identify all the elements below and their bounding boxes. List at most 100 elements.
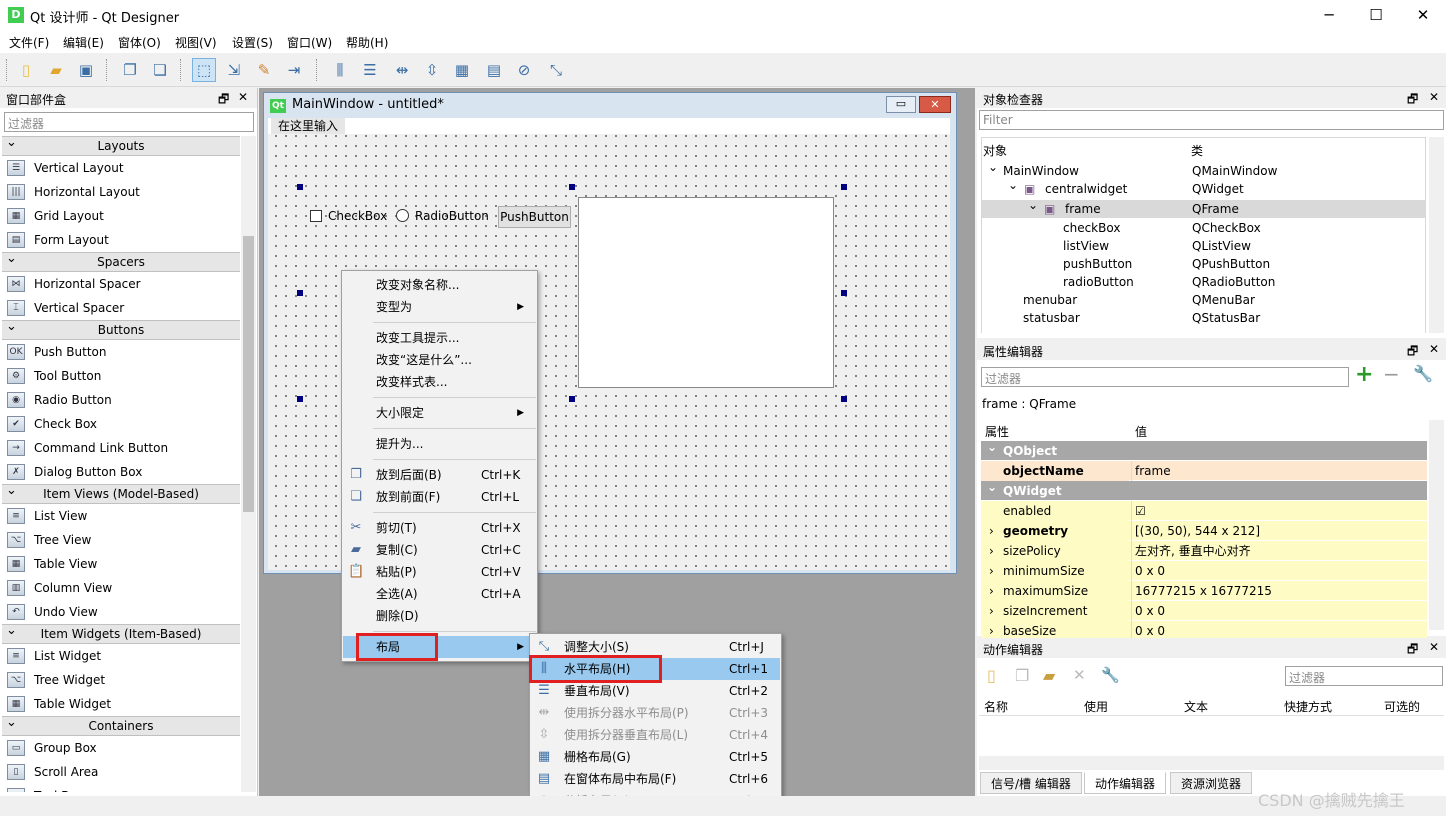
minimize-icon[interactable]: ▭ bbox=[886, 96, 916, 113]
context-menu-item[interactable]: ❐ 放到后面(B) Ctrl+K bbox=[343, 464, 536, 486]
menu-edit[interactable]: 编辑(E) bbox=[63, 34, 104, 51]
object-tree-row[interactable]: ⌄ ▣ centralwidget QWidget bbox=[982, 178, 1426, 198]
context-menu-item[interactable]: ❏ 放到前面(F) Ctrl+L bbox=[343, 486, 536, 508]
property-value[interactable]: 16777215 x 16777215 bbox=[1131, 581, 1427, 601]
widget-item[interactable]: → Command Link Button bbox=[2, 436, 240, 460]
widget-category[interactable]: Containers bbox=[2, 714, 240, 736]
property-value[interactable]: [(30, 50), 544 x 212] bbox=[1131, 521, 1427, 541]
scrollbar[interactable] bbox=[1429, 420, 1444, 630]
float-icon[interactable]: 🗗 bbox=[1407, 90, 1418, 111]
checkbox-widget[interactable] bbox=[310, 210, 322, 222]
context-menu-item[interactable]: ✂ 剪切(T) Ctrl+X bbox=[343, 517, 536, 539]
resize-handle[interactable] bbox=[841, 184, 847, 190]
widget-item[interactable]: ≡ List View bbox=[2, 504, 240, 528]
tab-resource-browser[interactable]: 资源浏览器 bbox=[1170, 772, 1253, 794]
widget-item[interactable]: ☰ Vertical Layout bbox=[2, 156, 240, 180]
object-tree-row[interactable]: pushButton QPushButton bbox=[982, 255, 1426, 273]
delete-action-icon[interactable]: ✕ bbox=[1073, 666, 1086, 684]
menu-form[interactable]: 窗体(O) bbox=[118, 34, 161, 51]
widget-item[interactable]: ✔ Check Box bbox=[2, 412, 240, 436]
push-button-widget[interactable]: PushButton bbox=[498, 206, 571, 228]
type-here-menu[interactable]: 在这里输入 bbox=[271, 118, 345, 134]
edit-tab-order-icon[interactable]: ⇥ bbox=[282, 58, 306, 82]
chevron-right-icon[interactable]: › bbox=[989, 601, 994, 621]
widget-item[interactable]: ✗ Dialog Button Box bbox=[2, 460, 240, 484]
widget-category[interactable]: Layouts bbox=[2, 136, 240, 156]
maximize-icon[interactable]: ☐ bbox=[1353, 0, 1399, 31]
chevron-down-icon[interactable]: ⌄ bbox=[987, 477, 997, 497]
scrollbar[interactable] bbox=[979, 756, 1444, 770]
property-row[interactable]: sizeIncrement › 0 x 0 bbox=[981, 601, 1427, 621]
close-icon[interactable]: ✕ bbox=[1429, 640, 1439, 654]
menu-help[interactable]: 帮助(H) bbox=[346, 34, 388, 51]
scrollbar-thumb[interactable] bbox=[243, 236, 254, 512]
context-menu-item[interactable]: 变型为 ▶ bbox=[343, 296, 536, 318]
property-row[interactable]: geometry › [(30, 50), 544 x 212] bbox=[981, 521, 1427, 541]
widget-item[interactable]: ▭ Group Box bbox=[2, 736, 240, 760]
float-icon[interactable]: 🗗 bbox=[1407, 342, 1418, 363]
tab-signal-slot-editor[interactable]: 信号/槽 编辑器 bbox=[980, 772, 1082, 794]
edit-signals-icon[interactable]: ⇲ bbox=[222, 58, 246, 82]
tab-action-editor[interactable]: 动作编辑器 bbox=[1084, 772, 1167, 794]
widget-item[interactable]: ▬ Tool Box bbox=[2, 784, 240, 792]
widget-category[interactable]: Item Views (Model-Based) bbox=[2, 482, 240, 504]
property-row[interactable]: QWidget ⌄ bbox=[981, 480, 1427, 501]
adjust-size-icon[interactable]: ⤡ bbox=[544, 58, 568, 82]
context-menu-item[interactable]: 改变对象名称... bbox=[343, 274, 536, 296]
menu-window[interactable]: 窗口(W) bbox=[287, 34, 332, 51]
widget-item[interactable]: ▥ Column View bbox=[2, 576, 240, 600]
form-layout-icon[interactable]: ▤ bbox=[482, 58, 506, 82]
configure-icon[interactable]: 🔧 bbox=[1101, 666, 1120, 684]
edit-buddies-icon[interactable]: ✎ bbox=[252, 58, 276, 82]
resize-handle[interactable] bbox=[569, 396, 575, 402]
widget-item[interactable]: ⌥ Tree View bbox=[2, 528, 240, 552]
new-action-icon[interactable]: ▯ bbox=[987, 666, 996, 685]
list-view-widget[interactable] bbox=[578, 197, 834, 388]
object-tree-row[interactable]: menubar QMenuBar bbox=[982, 291, 1426, 309]
chevron-down-icon[interactable]: ⌄ bbox=[1028, 196, 1038, 214]
add-property-icon[interactable]: + bbox=[1355, 362, 1373, 387]
chevron-down-icon[interactable]: ⌄ bbox=[1008, 176, 1018, 194]
copy-action-icon[interactable]: ❐ bbox=[1015, 666, 1029, 685]
close-icon[interactable]: ✕ bbox=[919, 96, 951, 113]
scrollbar[interactable] bbox=[1429, 137, 1444, 333]
context-menu-item[interactable]: 删除(D) bbox=[343, 605, 536, 627]
close-icon[interactable]: ✕ bbox=[1429, 90, 1439, 104]
action-filter-input[interactable]: 过滤器 bbox=[1285, 666, 1443, 686]
property-row[interactable]: minimumSize › 0 x 0 bbox=[981, 561, 1427, 581]
widget-item[interactable]: ≡ List Widget bbox=[2, 644, 240, 668]
chevron-right-icon[interactable]: › bbox=[989, 561, 994, 581]
object-tree-row[interactable]: ⌄ MainWindow QMainWindow bbox=[982, 160, 1426, 180]
splitter-vertical-icon[interactable]: ⇳ bbox=[420, 58, 444, 82]
widget-item[interactable]: ↶ Undo View bbox=[2, 600, 240, 624]
close-icon[interactable]: ✕ bbox=[1429, 342, 1439, 356]
context-menu-item[interactable]: ▰ 复制(C) Ctrl+C bbox=[343, 539, 536, 561]
context-menu-item[interactable]: 📋 粘贴(P) Ctrl+V bbox=[343, 561, 536, 583]
context-menu-item[interactable]: 改变“这是什么”... bbox=[343, 349, 536, 371]
context-menu-item[interactable]: 全选(A) Ctrl+A bbox=[343, 583, 536, 605]
menu-file[interactable]: 文件(F) bbox=[9, 34, 49, 51]
widget-filter-input[interactable]: 过滤器 bbox=[4, 112, 254, 132]
float-icon[interactable]: 🗗 bbox=[218, 90, 229, 111]
chevron-right-icon[interactable]: › bbox=[989, 521, 994, 541]
remove-property-icon[interactable]: − bbox=[1383, 362, 1400, 386]
widget-item[interactable]: ▦ Table View bbox=[2, 552, 240, 576]
close-icon[interactable]: ✕ bbox=[1400, 0, 1446, 31]
chevron-down-icon[interactable]: ⌄ bbox=[987, 437, 997, 457]
object-tree-row[interactable]: ⌄ ▣ frame QFrame bbox=[982, 198, 1426, 218]
chevron-right-icon[interactable]: › bbox=[989, 541, 994, 561]
resize-handle[interactable] bbox=[297, 290, 303, 296]
widget-category[interactable]: Buttons bbox=[2, 318, 240, 340]
widget-item[interactable]: ▤ Form Layout bbox=[2, 228, 240, 252]
property-row[interactable]: maximumSize › 16777215 x 16777215 bbox=[981, 581, 1427, 601]
configure-icon[interactable]: 🔧 bbox=[1413, 364, 1433, 383]
widget-item[interactable]: ▯ Scroll Area bbox=[2, 760, 240, 784]
widget-item[interactable]: OK Push Button bbox=[2, 340, 240, 364]
menu-view[interactable]: 视图(V) bbox=[175, 34, 217, 51]
widget-category[interactable]: Spacers bbox=[2, 250, 240, 272]
property-value[interactable]: 0 x 0 bbox=[1131, 601, 1427, 621]
property-row[interactable]: QObject ⌄ bbox=[981, 440, 1427, 461]
widget-item[interactable]: ||| Horizontal Layout bbox=[2, 180, 240, 204]
menu-settings[interactable]: 设置(S) bbox=[232, 34, 273, 51]
object-tree-row[interactable]: statusbar QStatusBar bbox=[982, 309, 1426, 327]
